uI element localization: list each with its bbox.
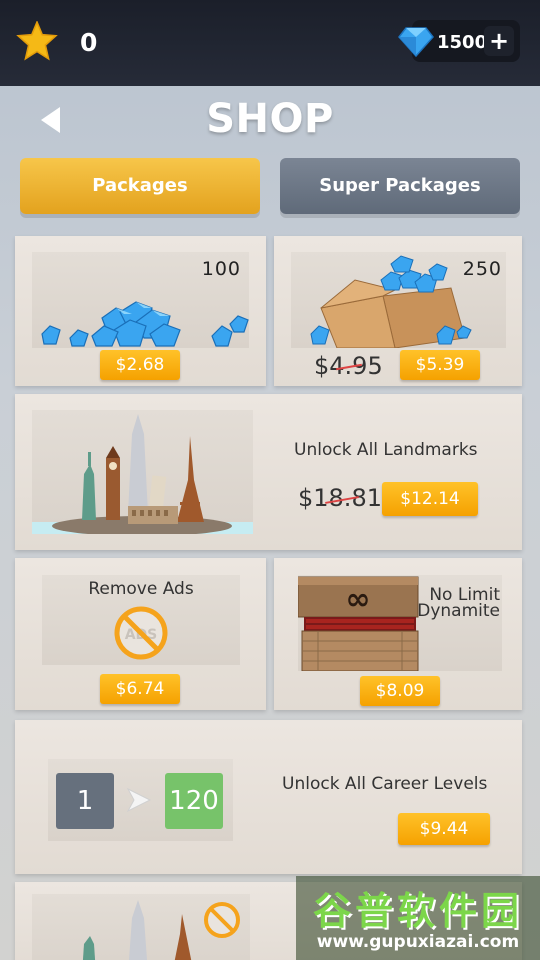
gem-icon — [398, 27, 434, 58]
package-card-gems-250[interactable]: 250 $4.95 $5.39 — [274, 236, 522, 386]
package-image-frame — [32, 410, 253, 534]
package-card-career[interactable]: 1 120 Unlock All Career Levels $9.44 — [15, 720, 522, 874]
career-label: Unlock All Career Levels — [282, 774, 488, 794]
buy-button-remove-ads[interactable]: $6.74 — [100, 674, 180, 704]
tab-super-packages[interactable]: Super Packages — [280, 158, 520, 214]
package-card-remove-ads[interactable]: Remove Ads ADS $6.74 — [15, 558, 266, 710]
buy-gems-button[interactable]: + — [484, 26, 514, 56]
old-price: $18.81 — [298, 484, 382, 512]
level-to-box: 120 — [165, 773, 223, 829]
gem-crate-image — [310, 255, 472, 348]
package-image-frame: 250 — [291, 252, 506, 348]
bundle-landmarks-image — [82, 900, 240, 960]
arrow-right-icon — [126, 787, 152, 813]
tab-packages[interactable]: Packages — [20, 158, 260, 214]
landmarks-image — [32, 414, 253, 534]
package-card-landmarks[interactable]: Unlock All Landmarks $18.81 $12.14 — [15, 394, 522, 550]
buy-button-career[interactable]: $9.44 — [398, 813, 490, 845]
buy-button-dynamite[interactable]: $8.09 — [360, 676, 440, 706]
dynamite-crate-image: ∞ — [298, 576, 419, 671]
star-count: 0 — [80, 28, 98, 57]
gem-pile-image — [41, 301, 249, 347]
landmarks-label: Unlock All Landmarks — [294, 440, 478, 460]
package-image-frame: No Limit Dynamite ∞ — [298, 575, 502, 671]
dynamite-label-line2: Dynamite — [417, 601, 500, 621]
star-icon — [16, 21, 58, 61]
buy-button-gems-250[interactable]: $5.39 — [400, 350, 480, 380]
level-from-box: 1 — [56, 773, 114, 829]
no-ads-icon: ADS — [114, 606, 168, 660]
package-image-frame: 100 — [32, 252, 249, 348]
buy-button-landmarks[interactable]: $12.14 — [382, 482, 478, 516]
package-image-frame: 1 120 — [48, 759, 233, 841]
buy-button-gems-100[interactable]: $2.68 — [100, 350, 180, 380]
package-card-dynamite[interactable]: No Limit Dynamite ∞ $8.09 — [274, 558, 522, 710]
remove-ads-label: Remove Ads — [88, 579, 194, 599]
watermark-title: 谷普软件园 — [312, 889, 523, 933]
package-image-frame: Remove Ads ADS — [42, 575, 240, 665]
watermark-url: www.gupuxiazai.com — [316, 932, 520, 952]
watermark-overlay: 谷普软件园 www.gupuxiazai.com — [296, 876, 540, 960]
package-card-gems-100[interactable]: 100 $2.68 — [15, 236, 266, 386]
gem-count: 15000 — [437, 32, 487, 53]
package-image-frame — [32, 894, 250, 960]
infinity-symbol: ∞ — [346, 582, 371, 617]
page-title: SHOP — [206, 96, 334, 142]
